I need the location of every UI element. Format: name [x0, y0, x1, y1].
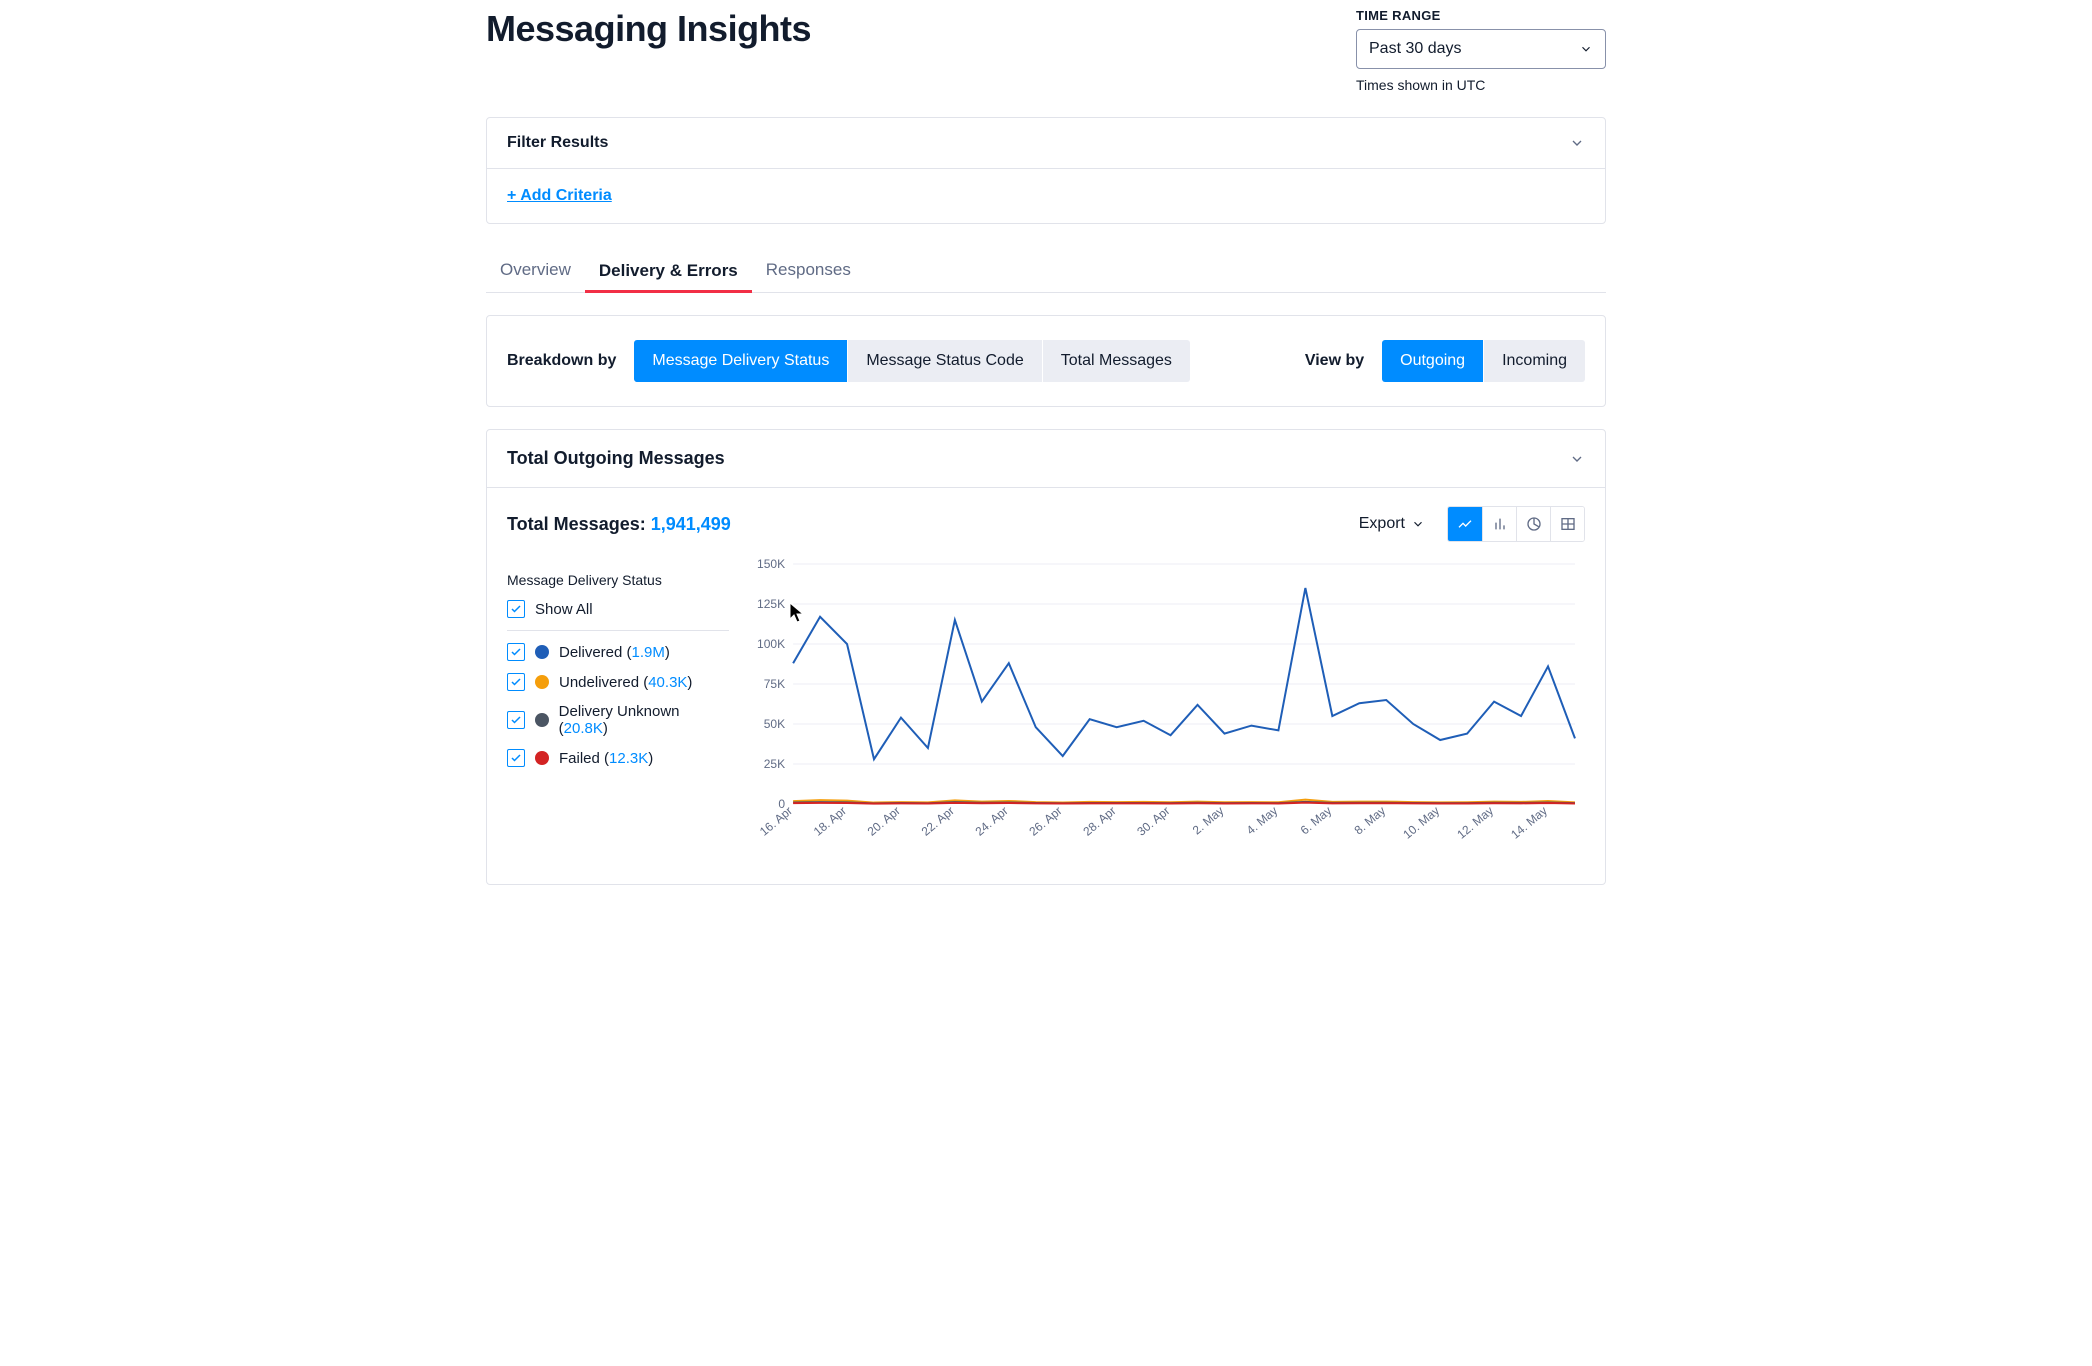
tab-overview[interactable]: Overview: [486, 248, 585, 292]
chart-section-header[interactable]: Total Outgoing Messages: [487, 430, 1605, 488]
svg-text:4. May: 4. May: [1244, 804, 1281, 838]
svg-text:22. Apr: 22. Apr: [919, 804, 957, 839]
controls-bar: Breakdown by Message Delivery StatusMess…: [486, 315, 1606, 407]
legend-item-delivery-unknown[interactable]: Delivery Unknown (20.8K): [507, 703, 729, 737]
chart-legend: Message Delivery Status Show All Deliver…: [507, 554, 729, 854]
checkbox-checked-icon[interactable]: [507, 643, 525, 661]
svg-text:16. Apr: 16. Apr: [757, 804, 795, 839]
tab-delivery-errors[interactable]: Delivery & Errors: [585, 249, 752, 293]
tabs: OverviewDelivery & ErrorsResponses: [486, 248, 1606, 293]
filter-card: Filter Results + Add Criteria: [486, 117, 1606, 224]
svg-text:26. Apr: 26. Apr: [1026, 804, 1064, 839]
add-criteria-link[interactable]: + Add Criteria: [507, 187, 612, 204]
chevron-down-icon: [1569, 451, 1585, 467]
legend-item-label: Delivered (1.9M): [559, 644, 670, 661]
legend-title: Message Delivery Status: [507, 572, 729, 588]
viewby-option-incoming[interactable]: Incoming: [1483, 340, 1585, 382]
svg-text:30. Apr: 30. Apr: [1134, 804, 1172, 839]
svg-text:18. Apr: 18. Apr: [811, 804, 849, 839]
timezone-note: Times shown in UTC: [1356, 77, 1606, 93]
legend-color-dot: [535, 713, 549, 727]
divider: [507, 630, 729, 631]
viewby-label: View by: [1305, 352, 1364, 370]
legend-item-label: Delivery Unknown (20.8K): [559, 703, 729, 737]
svg-text:28. Apr: 28. Apr: [1080, 804, 1118, 839]
table-icon[interactable]: [1550, 507, 1584, 541]
chart-section-title: Total Outgoing Messages: [507, 448, 725, 469]
page-container: Messaging Insights TIME RANGE Past 30 da…: [486, 0, 1606, 885]
legend-show-all-label: Show All: [535, 601, 593, 618]
legend-item-label: Undelivered (40.3K): [559, 674, 692, 691]
time-range-label: TIME RANGE: [1356, 8, 1606, 23]
viewby-segment: OutgoingIncoming: [1382, 340, 1585, 382]
total-messages-label: Total Messages:: [507, 514, 646, 534]
breakdown-segment: Message Delivery StatusMessage Status Co…: [634, 340, 1190, 382]
chevron-down-icon: [1579, 42, 1593, 56]
legend-color-dot: [535, 751, 549, 765]
svg-text:50K: 50K: [764, 717, 785, 731]
time-range-select[interactable]: Past 30 days: [1356, 29, 1606, 69]
breakdown-option-message-status-code[interactable]: Message Status Code: [847, 340, 1041, 382]
time-range-block: TIME RANGE Past 30 days Times shown in U…: [1356, 8, 1606, 93]
svg-text:8. May: 8. May: [1352, 804, 1389, 838]
svg-text:6. May: 6. May: [1298, 804, 1335, 838]
legend-color-dot: [535, 645, 549, 659]
checkbox-checked-icon[interactable]: [507, 749, 525, 767]
bar-chart-icon[interactable]: [1482, 507, 1516, 541]
svg-text:100K: 100K: [757, 637, 785, 651]
breakdown-label: Breakdown by: [507, 352, 616, 370]
chart-card: Total Outgoing Messages Total Messages: …: [486, 429, 1606, 885]
export-button[interactable]: Export: [1359, 515, 1425, 533]
legend-color-dot: [535, 675, 549, 689]
time-range-value: Past 30 days: [1369, 40, 1462, 58]
breakdown-option-total-messages[interactable]: Total Messages: [1042, 340, 1190, 382]
chevron-down-icon: [1411, 517, 1425, 531]
chart-plot[interactable]: 025K50K75K100K125K150K16. Apr18. Apr20. …: [743, 554, 1585, 854]
legend-item-label: Failed (12.3K): [559, 750, 653, 767]
total-messages-value: 1,941,499: [651, 514, 731, 534]
viewby-option-outgoing[interactable]: Outgoing: [1382, 340, 1483, 382]
filter-header[interactable]: Filter Results: [487, 118, 1605, 169]
chart-view-toggle: [1447, 506, 1585, 542]
breakdown-option-message-delivery-status[interactable]: Message Delivery Status: [634, 340, 847, 382]
svg-text:75K: 75K: [764, 677, 785, 691]
legend-item-undelivered[interactable]: Undelivered (40.3K): [507, 673, 729, 691]
total-messages: Total Messages: 1,941,499: [507, 514, 731, 535]
svg-text:125K: 125K: [757, 597, 785, 611]
svg-text:12. May: 12. May: [1454, 804, 1496, 842]
checkbox-checked-icon[interactable]: [507, 673, 525, 691]
line-chart-icon[interactable]: [1448, 507, 1482, 541]
svg-text:2. May: 2. May: [1190, 804, 1227, 838]
svg-text:10. May: 10. May: [1400, 804, 1442, 842]
svg-text:14. May: 14. May: [1508, 804, 1550, 842]
legend-item-failed[interactable]: Failed (12.3K): [507, 749, 729, 767]
legend-item-delivered[interactable]: Delivered (1.9M): [507, 643, 729, 661]
legend-show-all[interactable]: Show All: [507, 600, 729, 618]
pie-chart-icon[interactable]: [1516, 507, 1550, 541]
export-label: Export: [1359, 515, 1405, 533]
svg-text:25K: 25K: [764, 757, 785, 771]
svg-text:24. Apr: 24. Apr: [973, 804, 1011, 839]
checkbox-checked-icon[interactable]: [507, 711, 525, 729]
filter-header-label: Filter Results: [507, 134, 608, 152]
chevron-down-icon: [1569, 135, 1585, 151]
checkbox-checked-icon[interactable]: [507, 600, 525, 618]
page-title: Messaging Insights: [486, 8, 811, 50]
tab-responses[interactable]: Responses: [752, 248, 865, 292]
svg-text:20. Apr: 20. Apr: [865, 804, 903, 839]
svg-text:150K: 150K: [757, 557, 785, 571]
